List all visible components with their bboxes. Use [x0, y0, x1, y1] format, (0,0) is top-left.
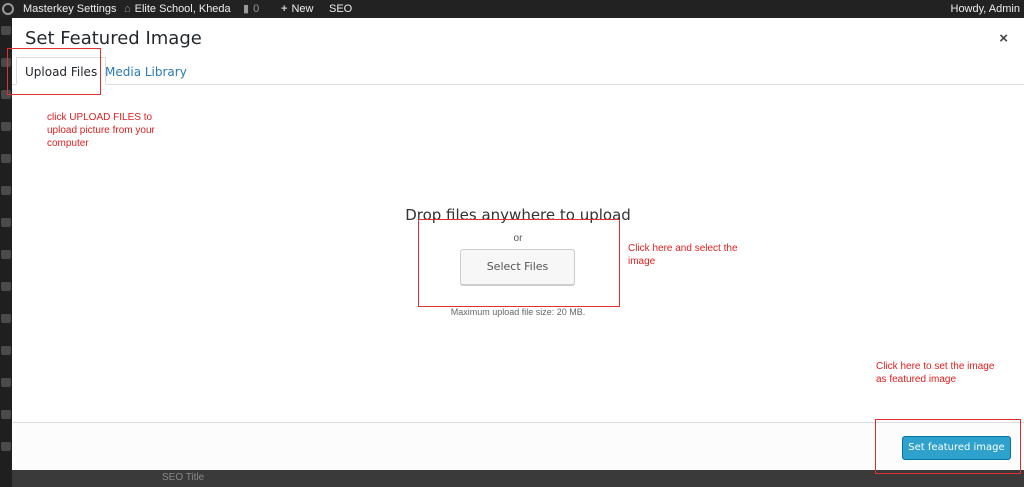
annotation-box-upload — [7, 48, 101, 95]
menu-icon[interactable] — [1, 250, 11, 259]
seo-link[interactable]: SEO — [329, 0, 352, 18]
annotation-select-note: Click here and select the image — [628, 243, 738, 267]
howdy-label: Howdy, Admin — [950, 3, 1021, 15]
menu-icon[interactable] — [1, 346, 11, 355]
seo-label: SEO — [329, 3, 353, 15]
menu-icon[interactable] — [1, 186, 11, 195]
new-content-link[interactable]: + New — [281, 0, 313, 18]
wordpress-logo-icon[interactable] — [2, 0, 14, 18]
modal-title: Set Featured Image — [25, 28, 202, 49]
user-account-link[interactable]: Howdy, Admin — [951, 0, 1021, 18]
annotation-box-select — [418, 219, 620, 307]
masterkey-settings-link[interactable]: Masterkey Settings — [23, 0, 117, 18]
comments-link[interactable]: ▮ 0 — [243, 0, 259, 18]
menu-icon[interactable] — [1, 410, 11, 419]
tab-media-library[interactable]: Media Library — [96, 57, 196, 85]
annotation-upload-note: click UPLOAD FILES to upload picture fro… — [47, 112, 155, 149]
comments-count: 0 — [253, 3, 260, 15]
new-label: New — [291, 3, 314, 15]
menu-icon[interactable] — [1, 282, 11, 291]
modal-toolbar: Set featured image — [12, 423, 1024, 470]
menu-icon[interactable] — [1, 314, 11, 323]
site-link[interactable]: ⌂ Elite School, Kheda — [124, 0, 231, 18]
menu-icon[interactable] — [1, 26, 11, 35]
annotation-box-featured — [875, 419, 1021, 474]
comment-icon: ▮ — [243, 3, 250, 15]
menu-icon[interactable] — [1, 378, 11, 387]
background-page: SEO Title — [12, 469, 1024, 487]
masterkey-label: Masterkey Settings — [23, 3, 117, 15]
annotation-featured-note: Click here to set the image as featured … — [876, 361, 995, 385]
background-seo-title: SEO Title — [162, 472, 205, 483]
menu-icon[interactable] — [1, 218, 11, 227]
menu-icon[interactable] — [1, 154, 11, 163]
max-upload-size: Maximum upload file size: 20 MB. — [450, 307, 586, 317]
site-name-label: Elite School, Kheda — [134, 3, 231, 15]
home-icon: ⌂ — [124, 3, 131, 15]
close-icon[interactable]: × — [999, 30, 1008, 47]
admin-bar: Masterkey Settings ⌂ Elite School, Kheda… — [0, 0, 1024, 18]
menu-icon[interactable] — [1, 122, 11, 131]
menu-icon[interactable] — [1, 442, 11, 451]
plus-icon: + — [281, 3, 288, 15]
